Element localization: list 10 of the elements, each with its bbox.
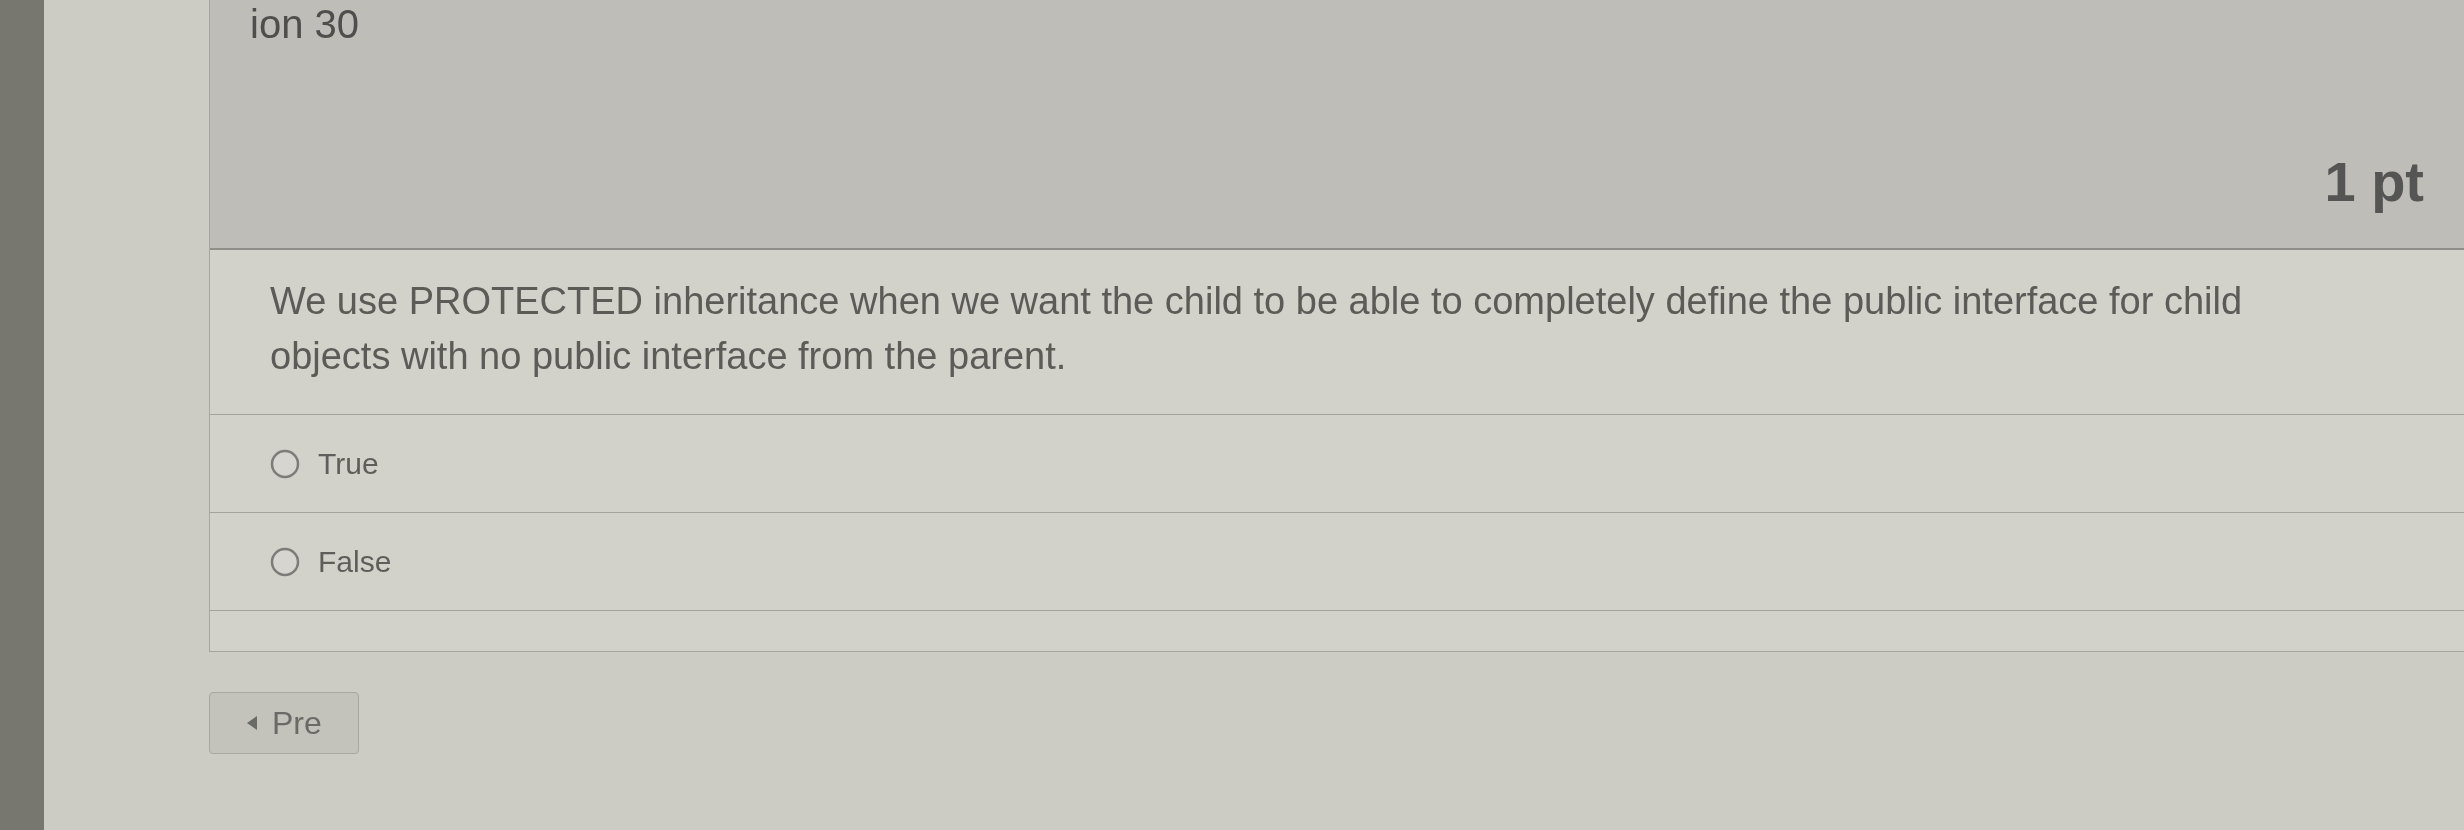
answer-label: False <box>318 544 392 581</box>
answer-option[interactable]: False <box>210 513 2464 612</box>
caret-left-icon <box>246 715 258 732</box>
question-text: We use PROTECTED inheritance when we want the child to be able to completely define the public interface for child objects with no public interface from the parent. <box>270 279 2244 380</box>
radio-icon[interactable] <box>270 546 300 577</box>
radio-icon[interactable] <box>270 448 300 479</box>
previous-button[interactable]: Pre <box>209 692 359 755</box>
answer-option[interactable]: True <box>210 415 2464 514</box>
question-title: ion 30 <box>250 4 359 44</box>
answer-label: True <box>318 446 379 483</box>
